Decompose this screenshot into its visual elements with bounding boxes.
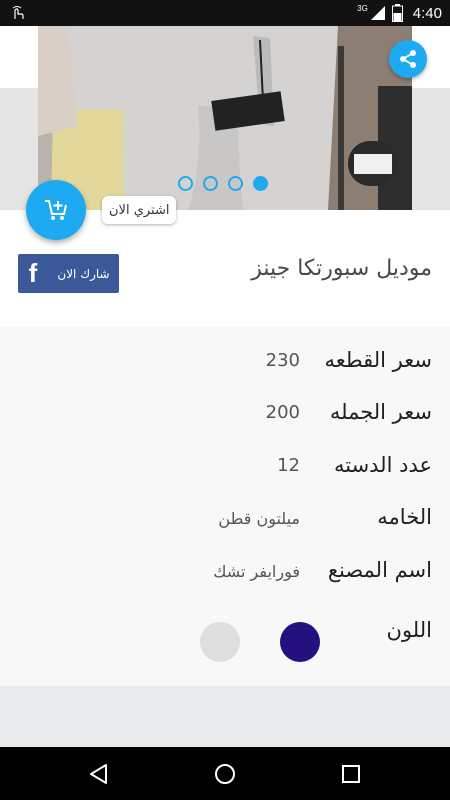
facebook-share-button[interactable]: f شارك الان xyxy=(18,254,119,293)
slider-pagination xyxy=(178,176,268,191)
detail-value: 200 xyxy=(265,402,300,423)
status-bar: 3G 4:40 xyxy=(0,0,450,26)
slider-dot[interactable] xyxy=(178,176,193,191)
signal-icon xyxy=(370,6,385,20)
detail-label: اللون xyxy=(386,618,432,642)
network-type-label: 3G xyxy=(357,3,368,13)
detail-row-wholesale-price: سعر الجمله 200 xyxy=(0,400,450,440)
back-triangle-icon[interactable] xyxy=(86,761,112,787)
detail-label: اسم المصنع xyxy=(327,558,432,582)
detail-value: فورايفر تشك xyxy=(213,562,300,581)
slider-dot-active[interactable] xyxy=(253,176,268,191)
share-icon xyxy=(400,50,416,68)
detail-row-piece-price: سعر القطعه 230 xyxy=(0,348,450,388)
color-swatch-navy[interactable] xyxy=(280,622,320,662)
slider-dot[interactable] xyxy=(203,176,218,191)
detail-label: عدد الدسته xyxy=(333,453,432,477)
battery-icon xyxy=(391,4,403,22)
share-button[interactable] xyxy=(389,40,427,78)
detail-row-dozen-count: عدد الدسته 12 xyxy=(0,453,450,493)
detail-label: سعر القطعه xyxy=(324,348,432,372)
navigation-bar xyxy=(0,747,450,800)
facebook-share-label: شارك الان xyxy=(57,266,110,281)
facebook-icon: f xyxy=(28,258,38,288)
home-circle-icon[interactable] xyxy=(212,761,238,787)
detail-label: الخامه xyxy=(377,505,432,529)
detail-value: 12 xyxy=(277,455,300,476)
add-to-cart-icon xyxy=(45,200,67,220)
color-swatch-gray[interactable] xyxy=(200,622,240,662)
clock: 4:40 xyxy=(412,4,442,22)
detail-value: 230 xyxy=(265,350,300,371)
content-bottom-space xyxy=(0,686,450,747)
buy-now-label[interactable]: اشتري الان xyxy=(102,196,177,224)
detail-row-material: الخامه ميلتون قطن xyxy=(0,505,450,545)
detail-label: سعر الجمله xyxy=(329,400,432,424)
recents-square-icon[interactable] xyxy=(338,761,364,787)
detail-value: ميلتون قطن xyxy=(218,509,300,528)
add-to-cart-button[interactable] xyxy=(26,180,86,240)
slider-dot[interactable] xyxy=(228,176,243,191)
tapping-hand-icon xyxy=(12,6,24,19)
product-title: موديل سبورتكا جينز xyxy=(251,256,432,281)
detail-row-factory: اسم المصنع فورايفر تشك xyxy=(0,558,450,598)
